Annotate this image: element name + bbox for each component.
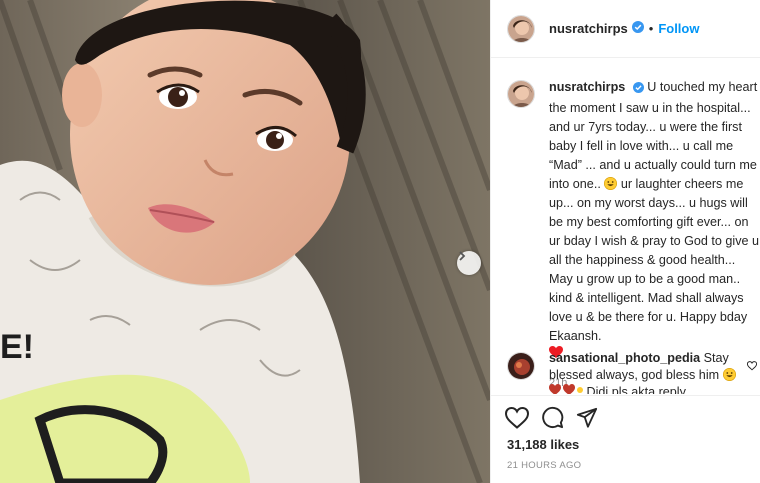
caption-part-2: ur laughter cheers me up... on my worst … [549,177,760,343]
next-photo-button[interactable] [457,251,481,275]
avatar[interactable] [507,14,535,43]
comment-body-2: Didi pls akta reply [586,385,686,394]
heart-icon[interactable] [505,406,529,429]
post-timestamp[interactable]: 21 HOURS AGO [507,460,760,471]
avatar[interactable] [507,80,535,108]
hearts-emoji-icon [549,384,583,394]
comment-like-heart-icon[interactable] [746,358,758,376]
comment: sansational_photo_pedia Stay blessed alw… [507,350,760,394]
share-icon[interactable] [576,407,598,429]
photo-image: E! [0,0,490,483]
comment-icon[interactable] [541,406,564,429]
avatar[interactable] [507,352,535,380]
username-link[interactable]: nusratchirps [549,21,628,36]
post-photo[interactable]: E! [0,0,490,483]
caption-username[interactable]: nusratchirps [549,80,625,94]
comment-text: sansational_photo_pedia Stay blessed alw… [549,350,760,394]
post-actions: 31,188 likes 21 HOURS AGO [491,395,760,483]
verified-badge-icon [632,80,644,99]
separator-dot: • [648,21,654,36]
caption: nusratchirps U touched my heart the mome… [507,78,760,389]
post-side-panel: nusratchirps • Follow nusratchirps U tou… [490,0,760,483]
like-count[interactable]: 31,188 likes [507,437,760,452]
verified-badge-icon [631,20,644,38]
follow-button[interactable]: Follow [658,21,699,36]
comment-username[interactable]: sansational_photo_pedia [549,351,700,365]
caption-text: nusratchirps U touched my heart the mome… [549,78,760,365]
grinning-emoji-icon [722,368,736,381]
svg-text:E!: E! [0,328,34,366]
post-header: nusratchirps • Follow [491,0,760,58]
grinning-emoji-icon [604,177,618,190]
caption-part-1: U touched my heart the moment I saw u in… [549,80,758,191]
